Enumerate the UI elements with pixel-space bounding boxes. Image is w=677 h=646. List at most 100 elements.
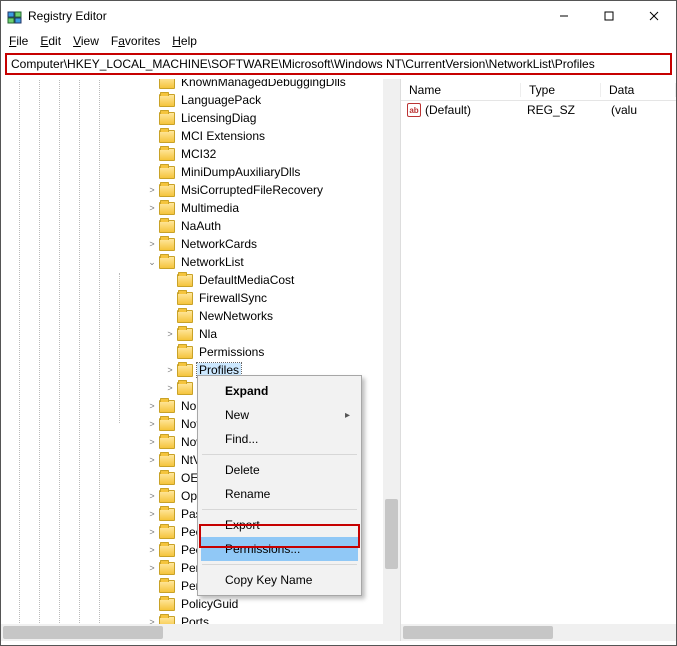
tree-item-label: NaAuth [179,219,223,233]
folder-icon [159,166,175,179]
chevron-right-icon[interactable]: > [145,239,159,249]
tree-horizontal-scrollbar[interactable] [1,624,400,641]
chevron-right-icon[interactable]: > [163,383,177,393]
menu-file[interactable]: File [9,34,28,48]
header-data[interactable]: Data [601,83,676,97]
header-name[interactable]: Name [401,83,521,97]
tree-item[interactable]: PolicyGuid [1,595,400,613]
tree-item[interactable]: KnownManagedDebuggingDlls [1,79,400,91]
list-pane[interactable]: Name Type Data ab (Default) REG_SZ (valu [401,79,676,641]
tree-item[interactable]: > Multimedia [1,199,400,217]
chevron-right-icon[interactable]: > [163,365,177,375]
maximize-button[interactable] [586,1,631,31]
ctx-copy-key-name[interactable]: Copy Key Name [201,568,358,592]
window-title: Registry Editor [28,9,107,23]
menu-edit[interactable]: Edit [40,34,61,48]
chevron-right-icon[interactable]: > [163,329,177,339]
ctx-rename[interactable]: Rename [201,482,358,506]
folder-icon [159,562,175,575]
tree-item[interactable]: DefaultMediaCost [1,271,400,289]
tree-item[interactable]: ⌄ NetworkList [1,253,400,271]
ctx-permissions[interactable]: Permissions... [201,537,358,561]
tree-item[interactable]: > NetworkCards [1,235,400,253]
tree-item[interactable]: MCI Extensions [1,127,400,145]
minimize-button[interactable] [541,1,586,31]
folder-icon [159,472,175,485]
tree-item[interactable]: FirewallSync [1,289,400,307]
menu-favorites[interactable]: Favorites [111,34,160,48]
folder-icon [177,328,193,341]
menu-view[interactable]: View [73,34,99,48]
tree-item-label: NewNetworks [197,309,275,323]
ctx-delete[interactable]: Delete [201,458,358,482]
ctx-export[interactable]: Export [201,513,358,537]
chevron-right-icon[interactable]: > [145,455,159,465]
folder-icon [159,598,175,611]
tree-item-label: MCI32 [179,147,218,161]
folder-icon [159,454,175,467]
menu-help[interactable]: Help [172,34,197,48]
menubar: File Edit View Favorites Help [1,31,676,51]
tree-item-label: LanguagePack [179,93,263,107]
chevron-right-icon[interactable]: > [145,527,159,537]
scrollbar-thumb[interactable] [403,626,553,639]
list-header[interactable]: Name Type Data [401,79,676,101]
tree-item[interactable]: NewNetworks [1,307,400,325]
tree-item[interactable]: Permissions [1,343,400,361]
tree-item[interactable]: >Nla [1,325,400,343]
folder-icon [159,238,175,251]
tree-item[interactable]: LicensingDiag [1,109,400,127]
folder-icon [159,202,175,215]
ctx-separator [202,564,357,565]
list-row[interactable]: ab (Default) REG_SZ (valu [401,101,676,119]
folder-icon [159,220,175,233]
chevron-right-icon[interactable]: > [145,203,159,213]
folder-icon [159,418,175,431]
folder-icon [177,292,193,305]
folder-icon [159,526,175,539]
chevron-right-icon[interactable]: > [145,437,159,447]
folder-icon [159,79,175,89]
tree-item[interactable]: >MsiCorruptedFileRecovery [1,181,400,199]
ctx-find[interactable]: Find... [201,427,358,451]
tree-vertical-scrollbar[interactable] [383,79,400,624]
folder-icon [177,346,193,359]
value-type: REG_SZ [527,103,607,117]
chevron-right-icon[interactable]: > [145,563,159,573]
close-button[interactable] [631,1,676,31]
scrollbar-thumb[interactable] [3,626,163,639]
tree-item-label: FirewallSync [197,291,269,305]
folder-icon [159,184,175,197]
chevron-right-icon[interactable]: > [145,419,159,429]
ctx-new[interactable]: New [201,403,358,427]
chevron-right-icon[interactable]: > [145,545,159,555]
tree-item[interactable]: NaAuth [1,217,400,235]
tree-item[interactable]: MiniDumpAuxiliaryDlls [1,163,400,181]
folder-icon [159,490,175,503]
folder-icon [177,364,193,377]
scrollbar-thumb[interactable] [385,499,398,569]
chevron-right-icon[interactable]: > [145,509,159,519]
titlebar[interactable]: Registry Editor [1,1,676,31]
folder-icon [159,508,175,521]
tree-item[interactable]: MCI32 [1,145,400,163]
header-type[interactable]: Type [521,83,601,97]
registry-editor-window: Registry Editor File Edit View Favorites… [0,0,677,646]
tree-item[interactable]: LanguagePack [1,91,400,109]
tree-item-label: LicensingDiag [179,111,258,125]
list-horizontal-scrollbar[interactable] [401,624,676,641]
chevron-right-icon[interactable]: > [145,185,159,195]
folder-icon [159,580,175,593]
tree-item-label: NetworkList [179,255,246,269]
tree-item-label: NetworkCards [179,237,259,251]
address-text: Computer\HKEY_LOCAL_MACHINE\SOFTWARE\Mic… [11,57,595,71]
chevron-down-icon[interactable]: ⌄ [145,257,159,268]
chevron-right-icon[interactable]: > [145,401,159,411]
address-bar[interactable]: Computer\HKEY_LOCAL_MACHINE\SOFTWARE\Mic… [5,53,672,75]
tree-item-label: PolicyGuid [179,597,240,611]
chevron-right-icon[interactable]: > [145,491,159,501]
folder-icon [159,436,175,449]
folder-icon [159,544,175,557]
tree-item-label: Multimedia [179,201,241,215]
ctx-expand[interactable]: Expand [201,379,358,403]
